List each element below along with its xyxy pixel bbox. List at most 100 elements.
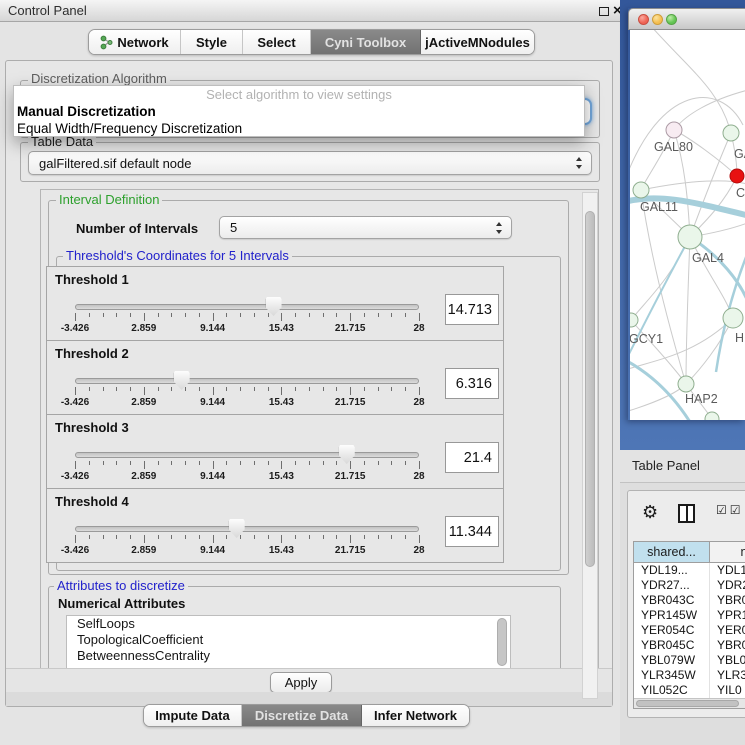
slider-tick-label: 2.859 [131, 397, 156, 408]
slider-tick [144, 535, 145, 543]
threshold-3-value[interactable] [445, 442, 499, 473]
table-horizontal-scrollbar[interactable] [634, 698, 745, 708]
control-panel-tabs: Network Style Select Cyni Toolbox jActiv… [88, 29, 535, 55]
threshold-4-slider[interactable]: -3.4262.8599.14415.4321.71528 [55, 521, 439, 559]
attribute-list-item[interactable]: TopologicalCoefficient [67, 632, 510, 648]
attribute-list-item[interactable]: BetweennessCentrality [67, 648, 510, 664]
table-cell[interactable]: YBL0 [710, 653, 745, 668]
numerical-attributes-list[interactable]: SelfLoopsTopologicalCoefficientBetweenne… [66, 615, 511, 669]
network-canvas[interactable]: GAL80 GA GAL11 C GAL4 GCY1 H HAP2 [630, 30, 745, 420]
network-node-gal4[interactable] [678, 225, 702, 249]
network-icon [100, 35, 113, 50]
slider-tick [89, 313, 90, 317]
popup-option-manual-discretization[interactable]: Manual Discretization [14, 103, 584, 120]
table-row[interactable]: YBL079WYBL0 [634, 653, 745, 668]
table-cell[interactable]: YDR27... [634, 578, 710, 593]
table-cell[interactable]: YDR2 [710, 578, 745, 593]
close-traffic-light-icon[interactable] [638, 14, 649, 25]
network-node-gcy1[interactable] [630, 313, 638, 327]
table-cell[interactable]: YER0 [710, 623, 745, 638]
table-cell[interactable]: YLR345W [634, 668, 710, 683]
table-cell[interactable]: YDL19... [634, 563, 710, 578]
table-row[interactable]: YBR045CYBR0 [634, 638, 745, 653]
attribute-list-item[interactable]: SelfLoops [67, 616, 510, 632]
slider-tick [226, 313, 227, 317]
slider-tick [75, 535, 76, 543]
minimize-traffic-light-icon[interactable] [652, 14, 663, 25]
number-of-intervals-combobox[interactable]: 5 [219, 216, 512, 239]
network-view-window: GAL80 GA GAL11 C GAL4 GCY1 H HAP2 [628, 8, 745, 420]
network-node-hap2[interactable] [678, 376, 694, 392]
tab-style[interactable]: Style [181, 30, 243, 54]
tab-infer-network[interactable]: Infer Network [362, 705, 469, 726]
table-cell[interactable]: YBL079W [634, 653, 710, 668]
slider-tick [364, 535, 365, 539]
column-header-shared-name[interactable]: shared... [634, 542, 710, 563]
table-cell[interactable]: YBR043C [634, 593, 710, 608]
table-cell[interactable]: YBR0 [710, 638, 745, 653]
threshold-1-value[interactable] [445, 294, 499, 325]
table-row[interactable]: YPR145WYPR1 [634, 608, 745, 623]
table-cell[interactable]: YLR3 [710, 668, 745, 683]
tab-cyni-toolbox[interactable]: Cyni Toolbox [311, 30, 421, 54]
float-window-icon[interactable] [599, 7, 609, 16]
slider-tick [350, 387, 351, 395]
tab-impute-data[interactable]: Impute Data [144, 705, 242, 726]
scrollbar-thumb[interactable] [636, 700, 739, 707]
threshold-4-panel: Threshold 4 -3.4262.8599.14415.4321.7152… [46, 488, 504, 563]
slider-tick-label: 28 [413, 545, 424, 556]
table-cell[interactable]: YPR1 [710, 608, 745, 623]
tab-select[interactable]: Select [243, 30, 311, 54]
slider-tick [295, 387, 296, 391]
table-cell[interactable]: YBR045C [634, 638, 710, 653]
table-row[interactable]: YBR043CYBR0 [634, 593, 745, 608]
table-row[interactable]: YDR27...YDR2 [634, 578, 745, 593]
slider-tick [185, 313, 186, 317]
table-row[interactable]: YER054CYER0 [634, 623, 745, 638]
attributes-list-scrollbar[interactable] [496, 618, 508, 668]
network-node[interactable] [723, 125, 739, 141]
table-cell[interactable]: YER054C [634, 623, 710, 638]
table-cell[interactable]: YBR0 [710, 593, 745, 608]
slider-tick [103, 387, 104, 391]
number-of-intervals-label: Number of Intervals [76, 217, 198, 240]
table-panel-titlebar: Table Panel [620, 450, 745, 483]
tab-network[interactable]: Network [89, 30, 181, 54]
table-cell[interactable]: YDL1 [710, 563, 745, 578]
network-node-selected-red[interactable] [730, 169, 744, 183]
zoom-traffic-light-icon[interactable] [666, 14, 677, 25]
threshold-2-value[interactable] [445, 368, 499, 399]
network-node[interactable] [705, 412, 719, 420]
table-data-combobox[interactable]: galFiltered.sif default node [28, 151, 592, 175]
slider-tick-label: 9.144 [200, 397, 225, 408]
popup-option-equal-width[interactable]: Equal Width/Frequency Discretization [14, 120, 584, 137]
column-header-name[interactable]: na [710, 542, 745, 563]
gear-icon[interactable]: ⚙ [642, 501, 658, 523]
threshold-1-slider[interactable]: -3.4262.8599.14415.4321.71528 [55, 299, 439, 337]
table-row[interactable]: YLR345WYLR3 [634, 668, 745, 683]
network-node-gal11[interactable] [633, 182, 649, 198]
scrollbar-thumb[interactable] [585, 211, 595, 567]
control-panel-titlebar: Control Panel × [0, 0, 620, 22]
columns-icon[interactable] [678, 504, 695, 523]
apply-button[interactable]: Apply [270, 672, 332, 693]
checkbox-icons[interactable]: ☑☑ [716, 503, 744, 517]
threshold-4-value[interactable] [445, 516, 499, 547]
network-node[interactable] [723, 308, 743, 328]
slider-tick [309, 387, 310, 391]
scrollbar-thumb[interactable] [497, 618, 507, 666]
slider-tick [158, 387, 159, 391]
network-node-gal80[interactable] [666, 122, 682, 138]
settings-vertical-scrollbar[interactable] [582, 192, 598, 699]
slider-tick [130, 313, 131, 317]
table-row[interactable]: YIL052CYIL0 [634, 683, 745, 698]
table-row[interactable]: YDL19...YDL1 [634, 563, 745, 578]
tab-discretize-data[interactable]: Discretize Data [242, 705, 362, 726]
tab-jactivemnodules[interactable]: jActiveMNodules [421, 30, 534, 54]
table-cell[interactable]: YIL052C [634, 683, 710, 698]
slider-tick [199, 535, 200, 539]
threshold-2-slider[interactable]: -3.4262.8599.14415.4321.71528 [55, 373, 439, 411]
threshold-3-slider[interactable]: -3.4262.8599.14415.4321.71528 [55, 447, 439, 485]
table-cell[interactable]: YPR145W [634, 608, 710, 623]
table-cell[interactable]: YIL0 [710, 683, 745, 698]
